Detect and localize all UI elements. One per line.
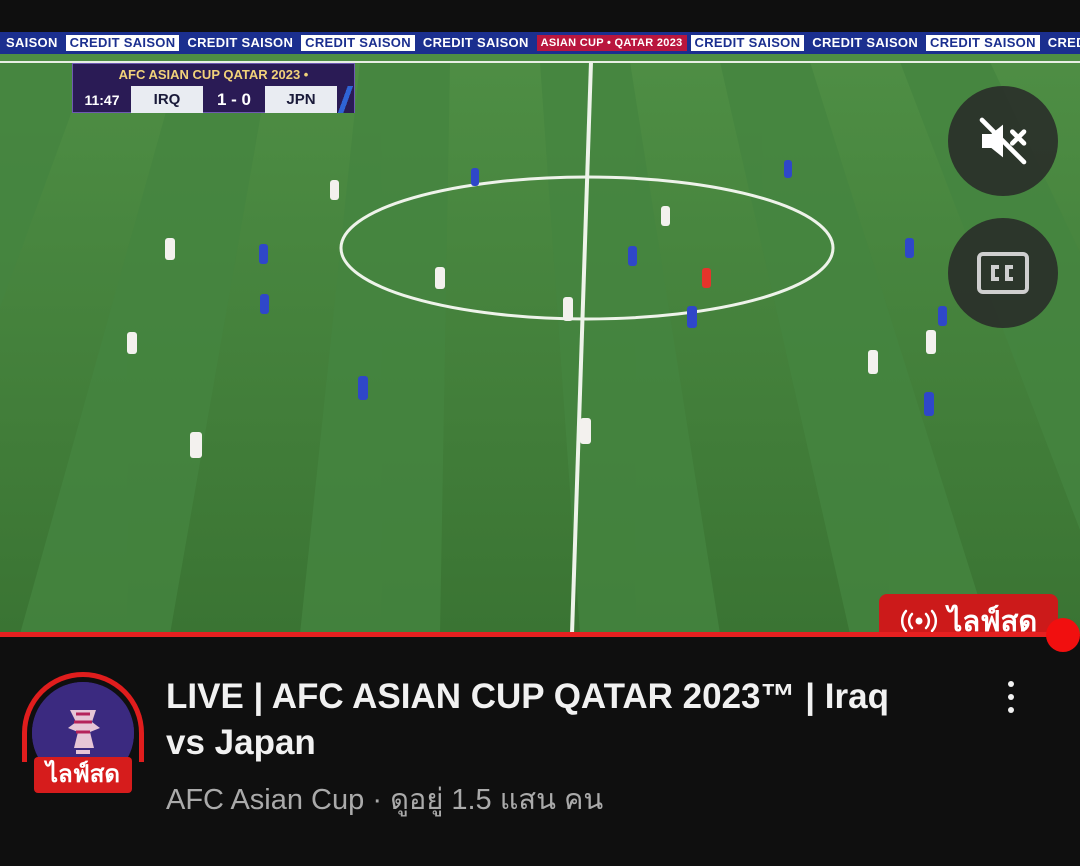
home-team: IRQ [131,86,203,113]
ad-board-item: CREDIT [1047,35,1080,50]
channel-avatar[interactable]: ไลฟ์สด [22,672,144,794]
top-status-bar [0,0,1080,32]
progress-bar[interactable] [0,632,1062,637]
channel-name[interactable]: AFC Asian Cup [166,784,364,816]
video-player[interactable]: SAISON CREDIT SAISON CREDIT SAISON CREDI… [0,32,1080,634]
ad-board-item: SAISON [6,35,58,50]
video-title[interactable]: LIVE | AFC ASIAN CUP QATAR 2023™ | Iraq … [166,674,936,766]
broadcast-icon [900,609,937,633]
scorebug-stripe [337,86,354,113]
meta-separator: · [372,784,382,816]
scorebug-title: AFC ASIAN CUP QATAR 2023 • [118,67,309,82]
ad-board-item: ASIAN CUP • QATAR 2023 [536,35,687,51]
live-badge[interactable]: ไลฟ์สด [879,594,1058,634]
ad-board-item: CREDIT SAISON [301,35,415,51]
progress-scrubber[interactable] [1046,618,1080,652]
match-scorebug: AFC ASIAN CUP QATAR 2023 • 11:47 IRQ 1 -… [72,63,355,113]
mute-button[interactable] [948,86,1058,196]
ad-board-item: CREDIT SAISON [690,35,805,51]
volume-muted-icon [979,117,1027,165]
match-score: 1 - 0 [216,89,252,109]
video-meta: AFC Asian Cup · ดูอยู่ 1.5 แสน คน [166,782,866,818]
ad-board-item: CREDIT SAISON [926,35,1040,51]
captions-button[interactable] [948,218,1058,328]
more-vertical-icon [1008,681,1014,713]
avatar-live-badge: ไลฟ์สด [34,757,132,793]
more-options-button[interactable] [990,676,1032,718]
live-label: ไลฟ์สด [947,606,1038,634]
match-clock: 11:47 [84,91,120,108]
away-team: JPN [265,86,337,113]
ad-board-item: CREDIT SAISON [65,35,180,51]
advertising-board: SAISON CREDIT SAISON CREDIT SAISON CREDI… [0,32,1080,54]
ad-board-item: CREDIT SAISON [422,35,529,50]
football-pitch [0,32,1080,634]
ad-board-item: CREDIT SAISON [187,35,294,50]
viewer-count: ดูอยู่ 1.5 แสน คน [390,784,604,816]
ad-board-item: CREDIT SAISON [812,35,919,50]
closed-captions-icon [977,252,1029,294]
